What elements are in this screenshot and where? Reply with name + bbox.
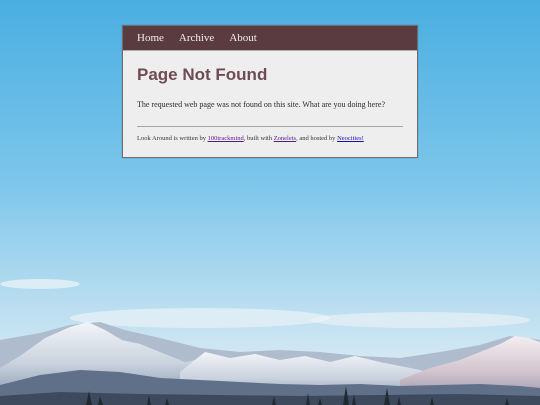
zonelets-link[interactable]: Zonelets [274,135,296,142]
nav-link-about[interactable]: About [229,32,257,44]
footer-divider [137,126,403,127]
page-title: Page Not Found [137,65,268,84]
author-link[interactable]: 100trackmind [208,135,244,142]
footer-prefix-text: Look Around is written by [137,135,208,142]
not-found-message: The requested web page was not found on … [137,100,385,109]
footer-middle-text: , built with [243,135,274,142]
site-footer: Look Around is written by 100trackmind, … [137,134,403,144]
nav-link-archive[interactable]: Archive [179,32,214,44]
nav-link-home[interactable]: Home [137,32,164,44]
neocities-link[interactable]: Neocities! [337,135,364,142]
footer-host-text: , and hosted by [296,135,338,142]
main-content: Page Not Found The requested web page wa… [123,51,417,144]
page-card: Home Archive About Page Not Found The re… [122,25,418,158]
top-navigation: Home Archive About [123,26,417,50]
